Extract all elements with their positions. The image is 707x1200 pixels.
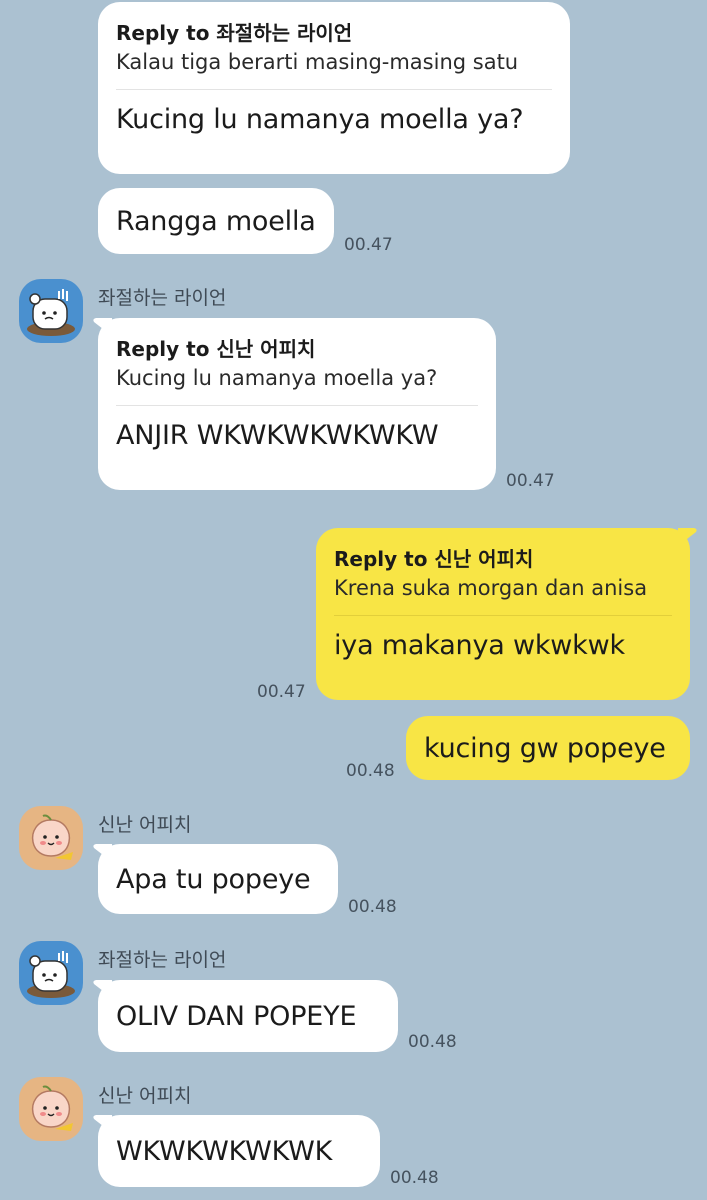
- apeach-avatar-icon[interactable]: [19, 806, 83, 870]
- message-bubble[interactable]: Reply to 신난 어피치 Kucing lu namanya moella…: [98, 318, 496, 490]
- reply-quote: Krena suka morgan dan anisa: [334, 576, 648, 600]
- message-bubble[interactable]: Reply to 신난 어피치 Krena suka morgan dan an…: [316, 528, 690, 700]
- apeach-avatar-icon[interactable]: [19, 1077, 83, 1141]
- reply-label: Reply to 좌절하는 라이언: [116, 21, 353, 45]
- message-time: 00.48: [408, 1032, 457, 1052]
- message-text: OLIV DAN POPEYE: [116, 1000, 357, 1032]
- sender-name: 좌절하는 라이언: [98, 287, 227, 309]
- message-time: 00.48: [348, 897, 397, 917]
- message-bubble[interactable]: kucing gw popeye: [406, 716, 690, 780]
- message-bubble[interactable]: Reply to 좌절하는 라이언 Kalau tiga berarti mas…: [98, 2, 570, 174]
- message-text: iya makanya wkwkwk: [334, 630, 625, 661]
- sender-name: 좌절하는 라이언: [98, 949, 227, 971]
- ryan-avatar-icon[interactable]: [19, 941, 83, 1005]
- message-text: WKWKWKWKWK: [116, 1135, 333, 1167]
- reply-quote: Kalau tiga berarti masing-masing satu: [116, 50, 519, 74]
- message-text: kucing gw popeye: [424, 732, 666, 764]
- message-text: Apa tu popeye: [116, 863, 311, 895]
- message-time: 00.47: [344, 235, 393, 255]
- chat-room: Reply to 좌절하는 라이언 Kalau tiga berarti mas…: [0, 0, 707, 1200]
- message-time: 00.48: [390, 1168, 439, 1188]
- message-bubble[interactable]: WKWKWKWKWK: [98, 1115, 380, 1187]
- sender-name: 신난 어피치: [98, 1085, 192, 1107]
- reply-label: Reply to 신난 어피치: [334, 547, 534, 571]
- message-time: 00.47: [506, 471, 555, 491]
- message-bubble[interactable]: Rangga moella: [98, 188, 334, 254]
- message-text: Kucing lu namanya moella ya?: [116, 104, 524, 135]
- reply-label: Reply to 신난 어피치: [116, 337, 316, 361]
- reply-quote: Kucing lu namanya moella ya?: [116, 366, 438, 390]
- ryan-avatar-icon[interactable]: [19, 279, 83, 343]
- message-text: ANJIR WKWKWKWKWKW: [116, 420, 439, 451]
- message-time: 00.48: [346, 761, 395, 781]
- message-time: 00.47: [257, 682, 306, 702]
- message-bubble[interactable]: OLIV DAN POPEYE: [98, 980, 398, 1052]
- message-bubble[interactable]: Apa tu popeye: [98, 844, 338, 914]
- message-text: Rangga moella: [116, 205, 316, 237]
- sender-name: 신난 어피치: [98, 814, 192, 836]
